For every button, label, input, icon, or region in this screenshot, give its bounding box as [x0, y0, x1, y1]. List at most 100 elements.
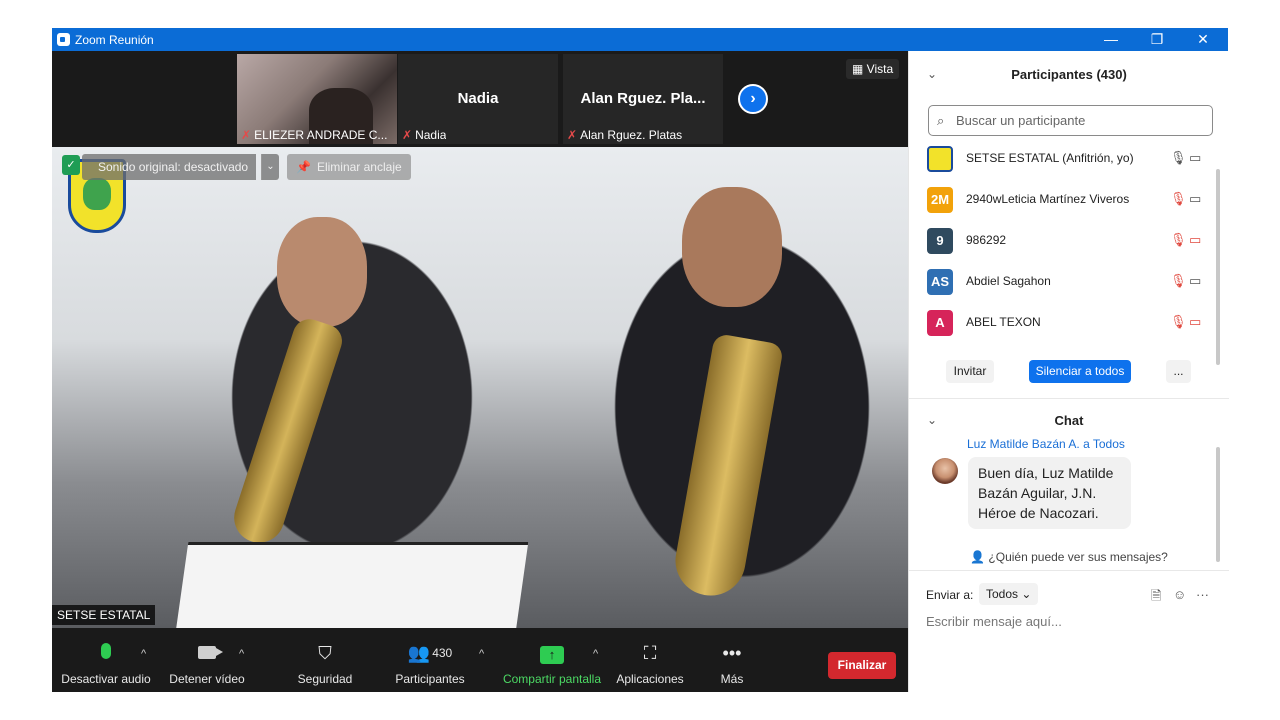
- ellipsis-icon[interactable]: ···: [1196, 587, 1209, 602]
- chevron-up-icon[interactable]: ^: [593, 648, 598, 660]
- mic-muted-icon[interactable]: 🎙: [1170, 232, 1187, 248]
- camera-icon[interactable]: ▭: [1189, 150, 1201, 166]
- participant-tile[interactable]: ✗ ELIEZER ANDRADE C...: [237, 54, 397, 144]
- tile-caption: ✗ Nadia: [402, 128, 447, 142]
- participant-row[interactable]: SETSE ESTATAL (Anfitrión, yo) 🎙 ▭: [927, 146, 1222, 172]
- musician-face: [682, 187, 782, 307]
- title-bar: Zoom Reunión — ❐ ✕: [52, 28, 1228, 51]
- camera-icon[interactable]: ▭: [1189, 191, 1201, 207]
- avatar: [927, 146, 953, 172]
- chevron-up-icon[interactable]: ^: [239, 648, 244, 660]
- ellipsis-icon: •••: [722, 643, 742, 663]
- person-lock-icon: 👤: [970, 550, 989, 564]
- participant-strip: ✗ ELIEZER ANDRADE C... Nadia ✗ Nadia Alan …: [52, 51, 908, 147]
- chat-message-input[interactable]: Escribir mensaje aquí...: [926, 614, 1062, 629]
- avatar: A: [927, 310, 953, 336]
- participant-tile[interactable]: Nadia ✗ Nadia: [398, 54, 558, 144]
- view-button[interactable]: ▦ Vista: [846, 59, 900, 79]
- participants-count: 430: [432, 646, 453, 660]
- participant-search-input[interactable]: ⌕ Buscar un participante: [928, 105, 1213, 136]
- chat-message: Buen día, Luz Matilde Bazán Aguilar, J.N…: [968, 457, 1131, 529]
- stop-video-button[interactable]: Detener vídeo: [162, 628, 252, 692]
- mic-muted-icon: ✗: [241, 128, 252, 142]
- more-button[interactable]: ••• Más: [704, 628, 760, 692]
- avatar: 9: [927, 228, 953, 254]
- camera-icon[interactable]: ▭: [1189, 273, 1201, 289]
- mic-muted-icon: ✗: [402, 128, 413, 142]
- grid-icon: ▦: [852, 62, 867, 76]
- security-button[interactable]: ⛉ Seguridad: [290, 628, 360, 692]
- shield-icon: ⛉: [318, 643, 332, 663]
- avatar: AS: [927, 269, 953, 295]
- chevron-down-icon[interactable]: ⌄: [927, 413, 937, 427]
- main-video: ✓ Sonido original: desactivado ⌄ 📌 Elimin…: [52, 147, 908, 628]
- camera-icon: [198, 646, 223, 659]
- chevron-down-icon[interactable]: ⌄: [261, 154, 279, 180]
- microphone-icon[interactable]: 🎙: [1170, 150, 1187, 166]
- speaker-name: SETSE ESTATAL: [52, 605, 156, 625]
- microphone-icon: [101, 643, 111, 659]
- participants-header: ⌄ Participantes (430): [927, 67, 1127, 82]
- participant-row[interactable]: AS Abdiel Sagahon 🎙 ▭: [927, 269, 1222, 295]
- chevron-down-icon[interactable]: ⌄: [927, 67, 937, 81]
- musician-face: [277, 217, 367, 327]
- next-page-button[interactable]: ›: [738, 84, 768, 114]
- original-sound-button[interactable]: Sonido original: desactivado: [82, 154, 257, 180]
- mic-muted-icon[interactable]: 🎙: [1170, 314, 1187, 330]
- chat-header: ⌄ Chat: [927, 413, 1084, 428]
- pin-icon: 📌: [296, 160, 311, 174]
- window-title: Zoom Reunión: [75, 33, 154, 47]
- meeting-area: ✗ ELIEZER ANDRADE C... Nadia ✗ Nadia Alan …: [52, 51, 908, 692]
- divider: [909, 398, 1229, 399]
- participant-row[interactable]: 2M 2940wLeticia Martínez Viveros 🎙 ▭: [927, 187, 1222, 213]
- participants-button[interactable]: 👥 430 Participantes: [390, 628, 470, 692]
- avatar: 2M: [927, 187, 953, 213]
- close-button[interactable]: ✕: [1180, 28, 1226, 51]
- divider: [909, 570, 1229, 571]
- participants-more-button[interactable]: ...: [1166, 360, 1191, 383]
- security-shield-icon: ✓: [62, 155, 80, 175]
- mute-all-button[interactable]: Silenciar a todos: [1029, 360, 1131, 383]
- chat-scrollbar[interactable]: [1216, 447, 1220, 562]
- share-screen-button[interactable]: ↑ Compartir pantalla: [498, 628, 606, 692]
- chevron-up-icon[interactable]: ^: [141, 648, 146, 660]
- chevron-up-icon[interactable]: ^: [479, 648, 484, 660]
- side-panel: ⌄ Participantes (430) ⌕ Buscar un partic…: [908, 51, 1229, 692]
- unpin-button[interactable]: 📌 Eliminar anclaje: [287, 154, 411, 180]
- avatar: [932, 458, 958, 484]
- restore-button[interactable]: ❐: [1134, 28, 1180, 51]
- mic-muted-icon: ✗: [567, 128, 578, 142]
- minimize-button[interactable]: —: [1088, 28, 1134, 51]
- participants-scrollbar[interactable]: [1216, 169, 1220, 365]
- tile-name: Alan Rguez. Pla...: [580, 90, 706, 107]
- apps-button[interactable]: ⛶ Aplicaciones: [612, 628, 688, 692]
- tile-name: Nadia: [457, 90, 499, 107]
- saxophone: [669, 332, 785, 602]
- chat-sender: Luz Matilde Bazán A. a Todos: [967, 437, 1125, 451]
- participant-tile[interactable]: Alan Rguez. Pla... ✗ Alan Rguez. Platas: [563, 54, 723, 144]
- zoom-window: Zoom Reunión — ❐ ✕ ✗ ELIEZER ANDRADE C...…: [52, 28, 1229, 692]
- meeting-toolbar: Desactivar audio ^ Detener vídeo ^ ⛉ Seg…: [52, 628, 908, 692]
- tile-caption: ✗ Alan Rguez. Platas: [567, 128, 683, 142]
- participant-row[interactable]: 9 986292 🎙 ▭: [927, 228, 1222, 254]
- mic-muted-icon[interactable]: 🎙: [1170, 191, 1187, 207]
- tile-caption: ✗ ELIEZER ANDRADE C...: [241, 128, 388, 142]
- mute-audio-button[interactable]: Desactivar audio: [56, 628, 156, 692]
- saxophone: [227, 314, 347, 550]
- music-stand: [175, 542, 529, 628]
- camera-off-icon[interactable]: ▭: [1189, 232, 1201, 248]
- apps-icon: ⛶: [643, 643, 657, 663]
- who-can-see-link[interactable]: 👤 ¿Quién puede ver sus mensajes?: [909, 550, 1229, 564]
- send-to-dropdown[interactable]: Todos ⌄: [979, 583, 1039, 605]
- search-icon: ⌕: [937, 113, 945, 128]
- send-to-label: Enviar a:: [926, 588, 974, 602]
- emoji-icon[interactable]: ☺: [1173, 587, 1186, 602]
- invite-button[interactable]: Invitar: [946, 360, 994, 383]
- mic-muted-icon[interactable]: 🎙: [1170, 273, 1187, 289]
- participant-row[interactable]: A ABEL TEXON 🎙 ▭: [927, 310, 1222, 336]
- zoom-app-icon: [57, 33, 70, 46]
- camera-off-icon[interactable]: ▭: [1189, 314, 1201, 330]
- file-icon[interactable]: 🗎: [1151, 587, 1161, 609]
- end-meeting-button[interactable]: Finalizar: [828, 652, 896, 679]
- participants-icon: 👥 430: [407, 643, 453, 663]
